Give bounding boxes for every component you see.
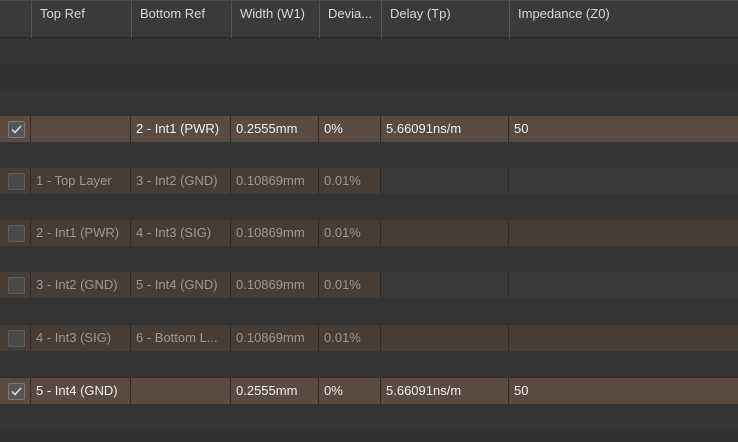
row-checkbox[interactable]: [8, 383, 25, 400]
delay-cell[interactable]: 5.66091ns/m: [381, 378, 509, 404]
header-delay[interactable]: Delay (Tp): [381, 1, 509, 38]
table-row[interactable]: 4 - Int3 (SIG) 6 - Bottom L... 0.10869mm…: [0, 325, 738, 351]
empty-row: [0, 351, 738, 377]
bottom-ref-cell[interactable]: 2 - Int1 (PWR): [131, 116, 231, 142]
bottom-ref-cell[interactable]: 5 - Int4 (GND): [131, 272, 231, 298]
delay-cell[interactable]: [381, 325, 509, 351]
delay-cell[interactable]: [381, 220, 509, 246]
top-ref-cell[interactable]: 4 - Int3 (SIG): [31, 325, 131, 351]
top-ref-cell[interactable]: [31, 116, 131, 142]
select-cell[interactable]: [0, 325, 31, 351]
header-deviation[interactable]: Devia...: [319, 1, 381, 38]
width-cell[interactable]: 0.2555mm: [231, 378, 319, 404]
impedance-cell[interactable]: [509, 168, 738, 194]
row-checkbox[interactable]: [8, 277, 25, 294]
header-width[interactable]: Width (W1): [231, 1, 319, 38]
empty-row: [0, 404, 738, 430]
empty-row: [0, 246, 738, 272]
empty-row: [0, 298, 738, 324]
impedance-cell[interactable]: 50: [509, 378, 738, 404]
row-checkbox[interactable]: [8, 330, 25, 347]
width-cell[interactable]: 0.10869mm: [231, 220, 319, 246]
table-row[interactable]: 2 - Int1 (PWR) 4 - Int3 (SIG) 0.10869mm …: [0, 220, 738, 246]
width-cell[interactable]: 0.2555mm: [231, 116, 319, 142]
empty-row: [0, 430, 738, 442]
header-bottom-ref[interactable]: Bottom Ref: [131, 1, 231, 38]
checkmark-icon: [11, 125, 22, 134]
header-select[interactable]: [0, 1, 32, 38]
deviation-cell[interactable]: 0.01%: [319, 220, 381, 246]
row-checkbox[interactable]: [8, 121, 25, 138]
table-row[interactable]: 1 - Top Layer 3 - Int2 (GND) 0.10869mm 0…: [0, 168, 738, 194]
table-header: Top Ref Bottom Ref Width (W1) Devia... D…: [0, 0, 738, 38]
deviation-cell[interactable]: 0%: [319, 116, 381, 142]
checkmark-icon: [11, 387, 22, 396]
table-row[interactable]: 3 - Int2 (GND) 5 - Int4 (GND) 0.10869mm …: [0, 272, 738, 298]
select-cell[interactable]: [0, 378, 31, 404]
impedance-cell[interactable]: [509, 325, 738, 351]
impedance-cell[interactable]: [509, 272, 738, 298]
bottom-ref-cell[interactable]: 4 - Int3 (SIG): [131, 220, 231, 246]
width-cell[interactable]: 0.10869mm: [231, 325, 319, 351]
row-checkbox[interactable]: [8, 225, 25, 242]
top-ref-cell[interactable]: 1 - Top Layer: [31, 168, 131, 194]
top-ref-cell[interactable]: 2 - Int1 (PWR): [31, 220, 131, 246]
bottom-ref-cell[interactable]: 6 - Bottom L...: [131, 325, 231, 351]
empty-row: [0, 38, 738, 64]
top-ref-cell[interactable]: 5 - Int4 (GND): [31, 378, 131, 404]
bottom-ref-cell[interactable]: [131, 378, 231, 404]
deviation-cell[interactable]: 0.01%: [319, 168, 381, 194]
header-impedance[interactable]: Impedance (Z0): [509, 1, 738, 38]
delay-cell[interactable]: [381, 272, 509, 298]
row-checkbox[interactable]: [8, 173, 25, 190]
select-cell[interactable]: [0, 272, 31, 298]
impedance-cell[interactable]: 50: [509, 116, 738, 142]
width-cell[interactable]: 0.10869mm: [231, 272, 319, 298]
deviation-cell[interactable]: 0%: [319, 378, 381, 404]
select-cell[interactable]: [0, 168, 31, 194]
empty-row: [0, 142, 738, 168]
deviation-cell[interactable]: 0.01%: [319, 272, 381, 298]
bottom-ref-cell[interactable]: 3 - Int2 (GND): [131, 168, 231, 194]
empty-row: [0, 194, 738, 220]
top-ref-cell[interactable]: 3 - Int2 (GND): [31, 272, 131, 298]
table-row[interactable]: 5 - Int4 (GND) 0.2555mm 0% 5.66091ns/m 5…: [0, 378, 738, 404]
impedance-cell[interactable]: [509, 220, 738, 246]
table-row[interactable]: 2 - Int1 (PWR) 0.2555mm 0% 5.66091ns/m 5…: [0, 116, 738, 142]
select-cell[interactable]: [0, 220, 31, 246]
header-top-ref[interactable]: Top Ref: [31, 1, 132, 38]
delay-cell[interactable]: 5.66091ns/m: [381, 116, 509, 142]
deviation-cell[interactable]: 0.01%: [319, 325, 381, 351]
empty-row: [0, 64, 738, 90]
impedance-table: Top Ref Bottom Ref Width (W1) Devia... D…: [0, 0, 738, 442]
delay-cell[interactable]: [381, 168, 509, 194]
select-cell[interactable]: [0, 116, 31, 142]
empty-row: [0, 90, 738, 116]
width-cell[interactable]: 0.10869mm: [231, 168, 319, 194]
